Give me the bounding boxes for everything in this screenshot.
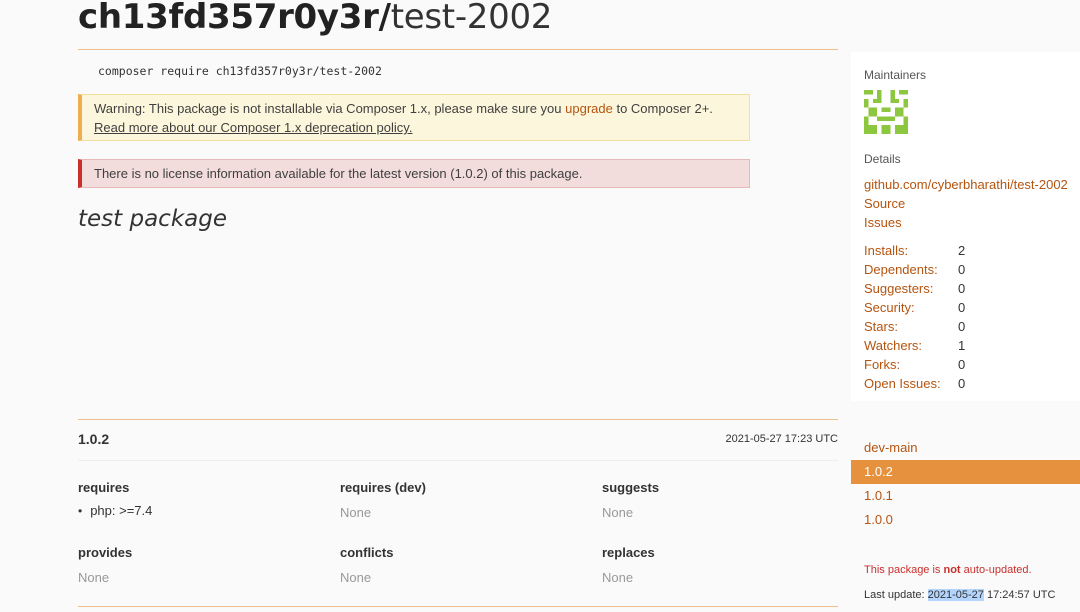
version-subdivider (78, 460, 838, 461)
last-update: Last update: 2021-05-27 17:24:57 UTC (864, 589, 1056, 601)
stat-label[interactable]: Forks: (864, 355, 958, 374)
stat-security: Security: 0 (864, 298, 1064, 317)
bottom-divider (78, 606, 838, 607)
version-item-1-0-1[interactable]: 1.0.1 (851, 484, 1080, 508)
stat-value: 1 (958, 338, 966, 353)
stat-label[interactable]: Watchers: (864, 336, 958, 355)
stat-open-issues: Open Issues: 0 (864, 374, 1064, 393)
stat-value: 0 (958, 376, 966, 391)
composer1-warning-alert: Warning: This package is not installable… (78, 94, 750, 141)
issues-link[interactable]: Issues (864, 215, 902, 230)
maintainers-label: Maintainers (864, 68, 927, 82)
composer-require-command[interactable]: composer require ch13fd357r0y3r/test-200… (98, 64, 382, 78)
stat-forks: Forks: 0 (864, 355, 1064, 374)
conflicts-title: conflicts (340, 545, 394, 560)
stat-label[interactable]: Stars: (864, 317, 958, 336)
warning-text-prefix: Warning: This package is not installable… (94, 101, 566, 116)
requires-list: php: >=7.4 (78, 503, 318, 518)
provides-section: provides None (78, 545, 318, 585)
provides-title: provides (78, 545, 133, 560)
deprecation-policy-link[interactable]: Read more about our Composer 1.x depreca… (94, 120, 412, 135)
package-vendor[interactable]: ch13fd357r0y3r/ (78, 0, 391, 37)
package-name: test-2002 (390, 0, 553, 37)
requires-title: requires (78, 480, 130, 495)
last-update-time: 17:24:57 UTC (983, 589, 1056, 601)
conflicts-value: None (340, 570, 372, 585)
version-item-1-0-2[interactable]: 1.0.2 (851, 460, 1080, 484)
title-divider (78, 49, 838, 50)
warning-text-suffix: to Composer 2+. (612, 101, 713, 116)
stat-value: 0 (958, 319, 966, 334)
stat-label[interactable]: Installs: (864, 241, 958, 260)
upgrade-link[interactable]: upgrade (565, 101, 613, 116)
repository-link[interactable]: github.com/cyberbharathi/test-2002 (864, 177, 1068, 192)
stat-value: 0 (958, 281, 966, 296)
requires-dev-value: None (340, 505, 372, 520)
last-update-date: 2021-05-27 (927, 589, 984, 601)
stat-value: 0 (958, 300, 966, 315)
suggests-title: suggests (602, 480, 660, 495)
stat-label[interactable]: Open Issues: (864, 374, 958, 393)
suggests-value: None (602, 505, 634, 520)
stat-watchers: Watchers: 1 (864, 336, 1064, 355)
license-alert: There is no license information availabl… (78, 159, 750, 188)
stat-dependents: Dependents: 0 (864, 260, 1064, 279)
stat-value: 2 (958, 243, 966, 258)
stat-label[interactable]: Security: (864, 298, 958, 317)
stat-value: 0 (958, 357, 966, 372)
stat-value: 0 (958, 262, 966, 277)
stat-stars: Stars: 0 (864, 317, 1064, 336)
replaces-value: None (602, 570, 634, 585)
conflicts-section: conflicts None (340, 545, 580, 585)
stat-suggesters: Suggesters: 0 (864, 279, 1064, 298)
requires-dev-title: requires (dev) (340, 480, 426, 495)
replaces-section: replaces None (602, 545, 842, 585)
requires-dev-section: requires (dev) None (340, 480, 580, 520)
version-heading: 1.0.2 (78, 431, 110, 447)
maintainer-avatar-icon[interactable] (864, 90, 908, 134)
replaces-title: replaces (602, 545, 655, 560)
page-title: ch13fd357r0y3r/test-2002 (78, 0, 552, 40)
stat-installs: Installs: 2 (864, 241, 1064, 260)
version-item-1-0-0[interactable]: 1.0.0 (851, 508, 1080, 532)
source-link[interactable]: Source (864, 196, 905, 211)
requires-section: requires php: >=7.4 (78, 480, 318, 518)
license-alert-text: There is no license information availabl… (94, 166, 583, 181)
requires-item: php: >=7.4 (78, 503, 318, 518)
stat-label[interactable]: Dependents: (864, 260, 958, 279)
details-label: Details (864, 152, 901, 166)
suggests-section: suggests None (602, 480, 842, 520)
package-description: test package (78, 206, 227, 232)
version-item-dev-main[interactable]: dev-main (851, 436, 1080, 460)
provides-value: None (78, 570, 110, 585)
version-divider (78, 419, 838, 420)
auto-update-notice: This package is not auto-updated. (864, 564, 1032, 576)
version-date: 2021-05-27 17:23 UTC (725, 433, 838, 445)
version-list: dev-main 1.0.2 1.0.1 1.0.0 (851, 436, 1080, 532)
stat-label[interactable]: Suggesters: (864, 279, 958, 298)
